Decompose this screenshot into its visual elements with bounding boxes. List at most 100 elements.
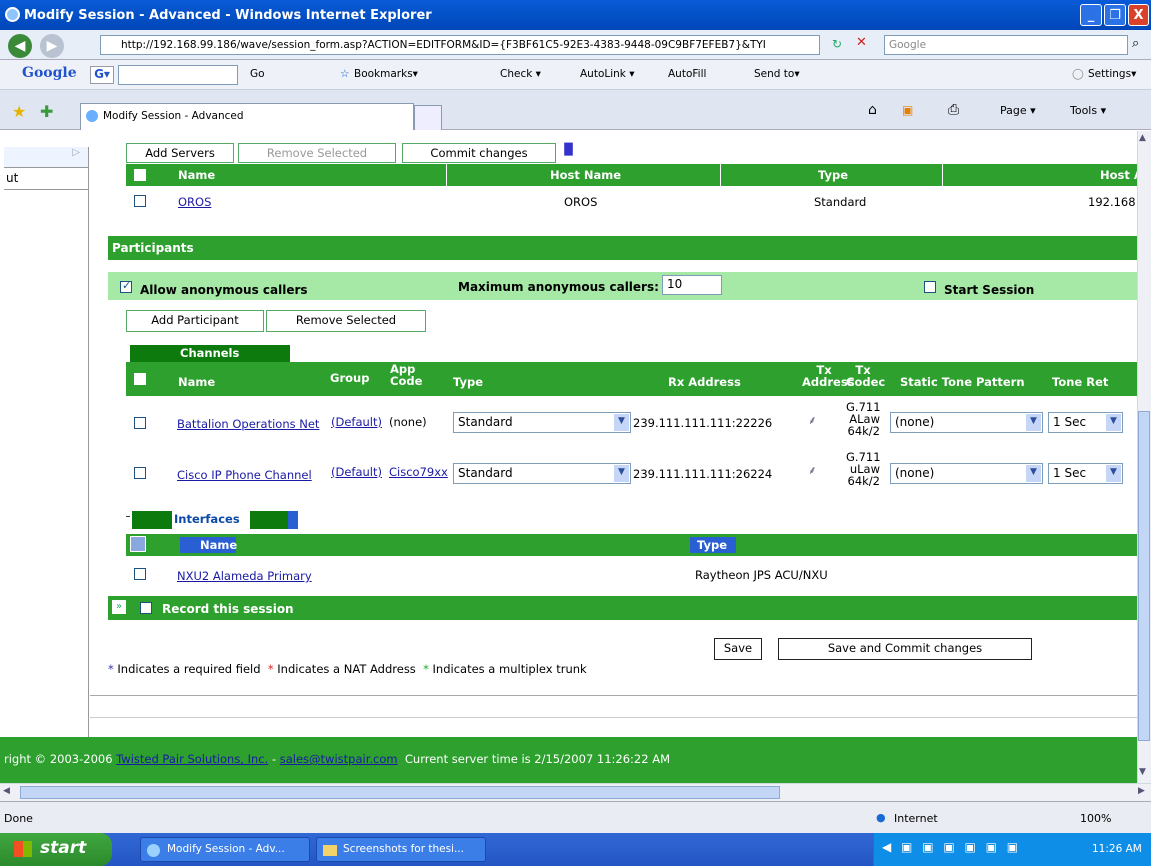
search-icon[interactable]: ⌕	[1132, 36, 1139, 51]
page-menu[interactable]: Page ▾	[1000, 104, 1036, 117]
forward-button[interactable]: ▶	[40, 34, 64, 58]
channel-tone-select[interactable]: (none) ▼	[890, 412, 1043, 433]
channel-app-code-link[interactable]: Cisco79xx	[389, 465, 453, 479]
scroll-up-icon[interactable]: ▲	[1139, 133, 1146, 143]
stop-icon[interactable]: ✕	[856, 35, 867, 50]
interfaces-title-bar	[132, 511, 172, 529]
add-favorites-icon[interactable]: ✚	[40, 102, 53, 121]
tab-modify-session[interactable]: Modify Session - Advanced	[80, 103, 414, 130]
interface-name-link[interactable]: NXU2 Alameda Primary	[177, 569, 312, 583]
nav-item[interactable]: ut	[4, 168, 88, 190]
channels-select-all-checkbox[interactable]	[134, 373, 146, 385]
print-icon[interactable]: ⎙	[948, 102, 959, 118]
favorites-star-icon[interactable]: ★	[12, 102, 26, 121]
servers-header-name: Name	[178, 168, 216, 182]
channels-header-type: Type	[453, 375, 484, 389]
email-link[interactable]: sales@twistpair.com	[280, 752, 398, 766]
autofill-button[interactable]: AutoFill	[668, 68, 706, 80]
legend-required: Indicates a required field	[117, 662, 261, 676]
scroll-left-icon[interactable]: ◀	[3, 786, 10, 796]
max-anonymous-input[interactable]: 10	[662, 275, 722, 295]
chart-icon[interactable]: ▐▌	[556, 143, 578, 161]
taskbar-item-ie[interactable]: Modify Session - Adv...	[140, 837, 310, 862]
go-button[interactable]: Go	[250, 68, 265, 80]
interfaces-title-bar	[250, 511, 288, 529]
channel-codec: G.711 ALaw 64k/2	[846, 401, 881, 437]
channel-name-link[interactable]: Battalion Operations Net	[177, 417, 319, 431]
tx-address-icon[interactable]: ⸙	[808, 463, 817, 478]
company-link[interactable]: Twisted Pair Solutions, Inc.	[116, 752, 268, 766]
channel-type-select[interactable]: Standard ▼	[453, 412, 631, 433]
google-menu-icon[interactable]: G▾	[90, 66, 114, 84]
start-button[interactable]: start	[0, 833, 112, 866]
zoom-level[interactable]: 100%	[1080, 812, 1111, 825]
remove-servers-button[interactable]: Remove Selected	[238, 143, 396, 163]
bookmarks-button[interactable]: Bookmarks▾	[354, 68, 418, 80]
maximize-button[interactable]: ❐	[1104, 4, 1126, 26]
channel-tone-ret-select[interactable]: 1 Sec ▼	[1048, 412, 1123, 433]
address-toolbar: ◀ ▶ http://192.168.99.186/wave/session_f…	[0, 30, 1151, 60]
channel-row-checkbox[interactable]	[134, 467, 146, 479]
channel-group-link[interactable]: (Default)	[331, 415, 382, 429]
interface-row-checkbox[interactable]	[134, 568, 146, 580]
taskbar-item-label: Screenshots for thesi...	[343, 843, 464, 855]
autolink-button[interactable]: AutoLink ▾	[580, 68, 635, 80]
add-participant-button[interactable]: Add Participant	[126, 310, 264, 332]
search-input[interactable]: Google	[884, 35, 1128, 55]
chevron-down-icon: ▼	[614, 465, 629, 482]
channel-type-select[interactable]: Standard ▼	[453, 463, 631, 484]
channel-name-link[interactable]: Cisco IP Phone Channel	[177, 468, 312, 482]
expand-icon[interactable]: »	[112, 600, 126, 614]
save-commit-button[interactable]: Save and Commit changes	[778, 638, 1032, 660]
refresh-icon[interactable]: ↻	[832, 37, 842, 51]
horizontal-scrollbar[interactable]: ◀ ▶	[0, 783, 1151, 801]
tray-icons[interactable]: ◀ ▣ ▣ ▣ ▣ ▣ ▣	[882, 840, 1021, 854]
send-to-button[interactable]: Send to▾	[754, 68, 800, 80]
legend-multiplex: Indicates a multiplex trunk	[432, 662, 587, 676]
back-button[interactable]: ◀	[8, 34, 32, 58]
save-button[interactable]: Save	[714, 638, 762, 660]
tx-address-icon[interactable]: ⸙	[808, 413, 817, 428]
commit-changes-button[interactable]: Commit changes	[402, 143, 556, 163]
vertical-scroll-thumb[interactable]	[1138, 411, 1150, 741]
record-session-checkbox[interactable]	[140, 602, 152, 614]
address-input[interactable]: http://192.168.99.186/wave/session_form.…	[100, 35, 820, 55]
footer-dash: -	[271, 752, 277, 766]
windows-logo-icon	[14, 841, 32, 857]
nav-arrow-icon[interactable]: ▷	[4, 147, 88, 168]
channel-type-value: Standard	[458, 466, 513, 480]
google-search-input[interactable]	[118, 65, 238, 85]
channel-tone-value: (none)	[895, 466, 935, 480]
legend: * Indicates a required field * Indicates…	[108, 662, 587, 676]
interfaces-select-all-checkbox[interactable]	[130, 536, 146, 552]
new-tab-button[interactable]	[414, 105, 442, 130]
feeds-icon[interactable]: ▣	[902, 103, 913, 117]
server-row-checkbox[interactable]	[134, 195, 146, 207]
interfaces-title: Interfaces	[174, 512, 240, 526]
server-host-name: OROS	[564, 195, 598, 209]
server-name-link[interactable]: OROS	[178, 195, 211, 209]
settings-button[interactable]: Settings▾	[1088, 68, 1136, 80]
channel-group-link[interactable]: (Default)	[331, 465, 382, 479]
spellcheck-button[interactable]: Check ▾	[500, 68, 541, 80]
minimize-button[interactable]: _	[1080, 4, 1102, 26]
start-session-checkbox[interactable]	[924, 281, 936, 293]
channel-row-checkbox[interactable]	[134, 417, 146, 429]
channel-rx-address: 239.111.111.111:26224	[633, 467, 773, 481]
channel-tone-ret-select[interactable]: 1 Sec ▼	[1048, 463, 1123, 484]
allow-anonymous-checkbox[interactable]	[120, 279, 132, 293]
home-icon[interactable]: ⌂	[868, 102, 877, 118]
horizontal-scroll-thumb[interactable]	[20, 786, 780, 799]
ie-icon	[147, 844, 160, 857]
interfaces-title-bar	[288, 511, 298, 529]
add-servers-button[interactable]: Add Servers	[126, 143, 234, 163]
interfaces-header-name: Name	[200, 538, 238, 552]
scroll-right-icon[interactable]: ▶	[1138, 786, 1145, 796]
taskbar-item-folder[interactable]: Screenshots for thesi...	[316, 837, 486, 862]
scroll-down-icon[interactable]: ▼	[1139, 767, 1146, 777]
tools-menu[interactable]: Tools ▾	[1070, 104, 1106, 117]
close-button[interactable]: X	[1128, 4, 1149, 26]
servers-select-all-checkbox[interactable]	[134, 169, 146, 181]
channel-tone-select[interactable]: (none) ▼	[890, 463, 1043, 484]
remove-participant-button[interactable]: Remove Selected	[266, 310, 426, 332]
